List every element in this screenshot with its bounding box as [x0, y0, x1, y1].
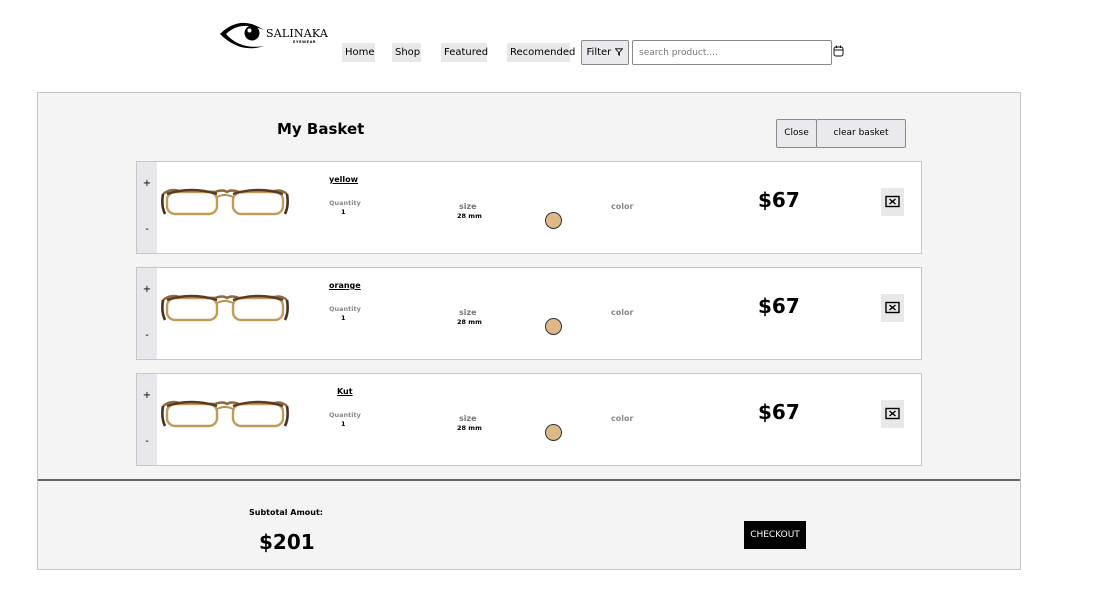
remove-item-button[interactable] [881, 188, 904, 216]
quantity-controls: + - [137, 374, 157, 465]
remove-x-icon [885, 195, 900, 208]
clear-basket-button[interactable]: clear basket [816, 119, 906, 148]
eye-logo-icon [220, 22, 264, 49]
quantity-value: 1 [341, 314, 346, 322]
nav-featured[interactable]: Featured [441, 43, 488, 62]
search-icon[interactable] [833, 45, 844, 58]
remove-item-button[interactable] [881, 400, 904, 428]
logo-text: SALINAKA [266, 27, 329, 40]
logo-subtext: EYEWEAR [293, 40, 317, 44]
basket-title: My Basket [277, 120, 365, 138]
quantity-label: Quantity [329, 199, 361, 207]
nav-shop[interactable]: Shop [392, 43, 421, 62]
product-name-link[interactable]: orange [329, 281, 361, 290]
item-price: $67 [758, 400, 800, 424]
color-label: color [611, 414, 634, 423]
search-input[interactable] [632, 40, 832, 65]
quantity-value: 1 [341, 420, 346, 428]
size-value: 28 mm [457, 212, 482, 220]
increase-quantity-button[interactable]: + [137, 390, 157, 401]
subtotal-label: Subtotal Amout: [249, 508, 323, 517]
increase-quantity-button[interactable]: + [137, 178, 157, 189]
header: SALINAKA EYEWEAR Home Shop Featured Reco… [0, 0, 1098, 92]
size-label: size [459, 202, 477, 211]
eyeglasses-image [161, 294, 289, 322]
checkout-button[interactable]: CHECKOUT [744, 521, 806, 549]
remove-item-button[interactable] [881, 294, 904, 322]
eyeglasses-image [161, 400, 289, 428]
basket-item: + - yellow Quantity 1 size 28 mm color $… [136, 161, 922, 254]
decrease-quantity-button[interactable]: - [137, 330, 157, 341]
basket-panel: My Basket Close clear basket + - yellow … [37, 92, 1021, 570]
item-price: $67 [758, 188, 800, 212]
color-swatch [545, 212, 562, 229]
nav-recomended[interactable]: Recomended [507, 43, 575, 62]
increase-quantity-button[interactable]: + [137, 284, 157, 295]
basket-item: + - Kut Quantity 1 size 28 mm color $67 [136, 373, 922, 466]
nav-home[interactable]: Home [342, 43, 375, 62]
decrease-quantity-button[interactable]: - [137, 436, 157, 447]
size-label: size [459, 414, 477, 423]
filter-label: Filter [586, 47, 612, 58]
remove-x-icon [885, 301, 900, 314]
size-value: 28 mm [457, 318, 482, 326]
quantity-controls: + - [137, 268, 157, 359]
basket-item: + - orange Quantity 1 size 28 mm color $… [136, 267, 922, 360]
remove-x-icon [885, 407, 900, 420]
color-label: color [611, 202, 634, 211]
filter-funnel-icon [615, 48, 624, 56]
product-name-link[interactable]: Kut [337, 387, 353, 396]
quantity-label: Quantity [329, 411, 361, 419]
eyeglasses-image [161, 188, 289, 216]
size-label: size [459, 308, 477, 317]
size-value: 28 mm [457, 424, 482, 432]
footer-divider [38, 479, 1020, 481]
quantity-controls: + - [137, 162, 157, 253]
color-swatch [545, 318, 562, 335]
decrease-quantity-button[interactable]: - [137, 224, 157, 235]
close-basket-button[interactable]: Close [776, 119, 817, 148]
color-label: color [611, 308, 634, 317]
color-swatch [545, 424, 562, 441]
item-price: $67 [758, 294, 800, 318]
quantity-label: Quantity [329, 305, 361, 313]
logo[interactable]: SALINAKA EYEWEAR [218, 16, 328, 52]
quantity-value: 1 [341, 208, 346, 216]
product-name-link[interactable]: yellow [329, 175, 358, 184]
subtotal-value: $201 [259, 530, 315, 554]
filter-button[interactable]: Filter [581, 40, 629, 65]
